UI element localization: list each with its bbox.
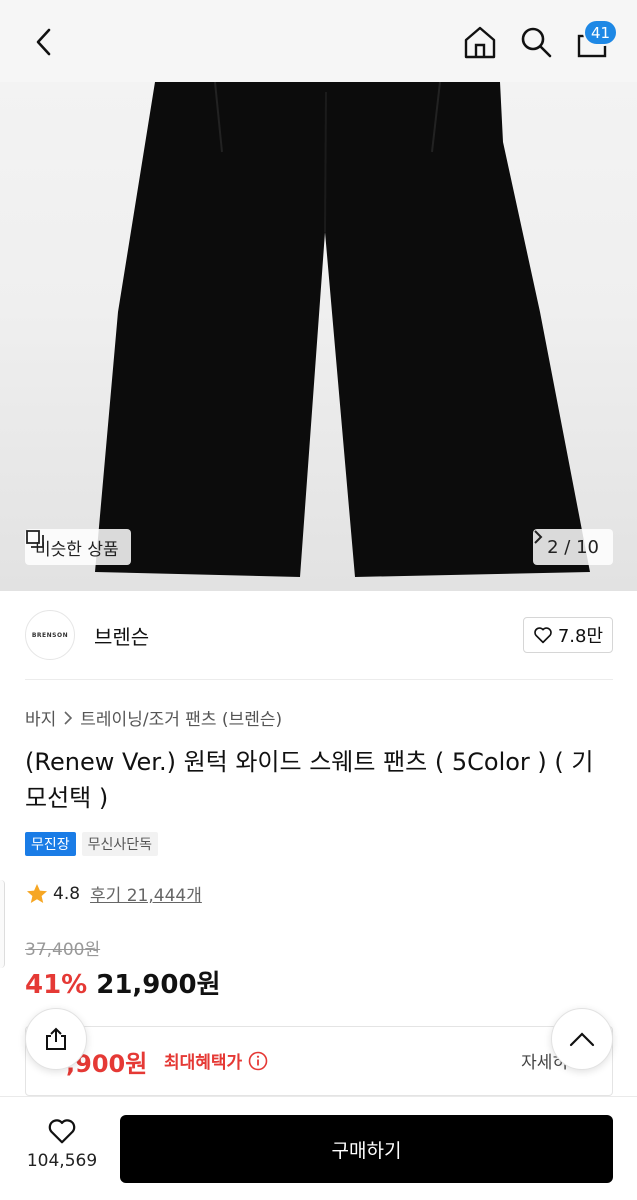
search-button[interactable] [514,20,558,64]
brand-logo[interactable]: BRENSON [25,610,75,660]
brand-like-button[interactable]: 7.8만 [522,617,613,653]
back-icon [36,28,51,56]
share-icon [46,1027,66,1050]
rating-row[interactable]: 4.8 후기 21,444개 [25,881,202,906]
discount-rate: 41% [25,970,88,1000]
tag-exclusive: 무신사단독 [81,832,159,856]
review-count-link[interactable]: 후기 21,444개 [90,881,202,906]
home-icon [464,26,496,59]
product-title: (Renew Ver.) 원턱 와이드 스웨트 팬츠 ( 5Color ) ( … [25,748,594,812]
image-counter-button[interactable]: 2 / 10 [533,529,613,565]
product-tags: 무진장 무신사단독 [25,832,159,856]
brand-name[interactable]: 브렌슨 [94,621,149,650]
copy-icon [26,530,44,548]
tag-mujinjang: 무진장 [25,832,76,856]
benefit-label: 최대혜택가 [164,1048,268,1073]
original-price: 37,400원 [25,940,101,960]
wishlist-button[interactable]: 104,569 [22,1117,102,1171]
info-icon[interactable] [248,1051,268,1071]
share-button[interactable] [25,1008,87,1070]
back-button[interactable] [22,20,66,64]
side-drawer-handle[interactable] [0,880,5,968]
brand-like-count: 7.8만 [557,626,603,647]
heart-icon [534,627,552,644]
similar-products-button[interactable]: 비슷한 상품 [25,529,131,565]
brand-row: BRENSON 브렌슨 7.8만 [25,609,613,661]
max-benefit-box[interactable]: ,900원 최대혜택가 자세히 [25,1026,613,1096]
chevron-right-icon [64,710,73,725]
breadcrumb-category[interactable]: 바지 [25,705,56,730]
image-counter-label: 2 / 10 [547,536,599,558]
top-navigation-bar: 41 [0,0,637,82]
similar-products-label: 비슷한 상품 [35,539,119,560]
sale-price: 21,900원 [96,970,221,1000]
rating-score: 4.8 [53,883,81,904]
wishlist-count: 104,569 [26,1151,98,1171]
search-icon [521,27,552,58]
chevron-right-icon [534,530,543,544]
scroll-top-button[interactable] [551,1008,613,1070]
home-button[interactable] [458,20,502,64]
breadcrumb: 바지 트레이닝/조거 팬츠 (브렌슨) [25,705,282,730]
price-row: 41% 21,900원 [25,964,221,1001]
star-icon [27,883,47,903]
product-image-gallery[interactable]: 비슷한 상품 2 / 10 [0,82,637,591]
buy-button[interactable]: 구매하기 [120,1115,613,1183]
divider [25,679,613,680]
heart-icon [48,1119,76,1144]
breadcrumb-subcategory[interactable]: 트레이닝/조거 팬츠 (브렌슨) [80,705,282,730]
benefit-label-text: 최대혜택가 [164,1053,243,1073]
product-image [95,82,590,577]
cart-count-badge: 41 [583,19,619,46]
bottom-action-bar: 104,569 구매하기 [0,1096,637,1200]
chevron-up-icon [569,1032,595,1047]
